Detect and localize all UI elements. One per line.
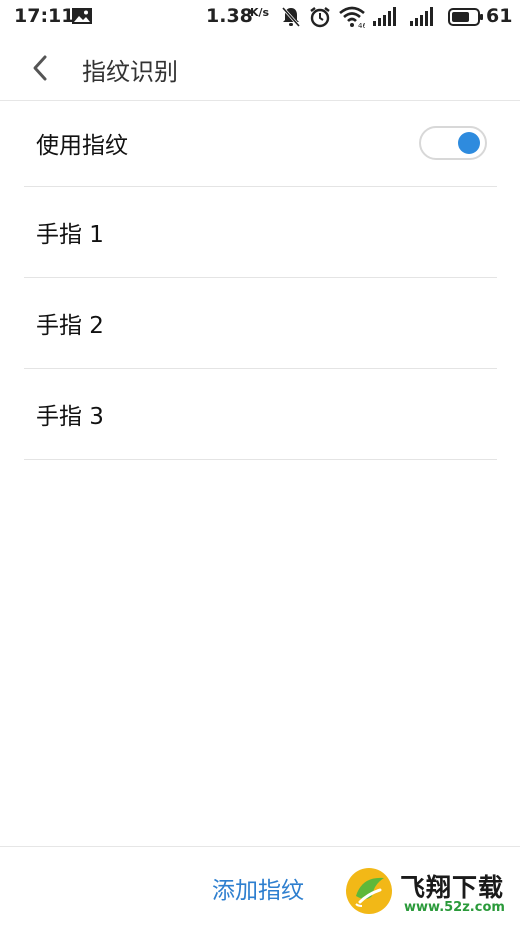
- header: 指纹识别: [0, 34, 520, 101]
- finger-row-3[interactable]: 手指 3: [24, 369, 497, 460]
- watermark: 飞翔下载 www.52z.com: [344, 864, 520, 924]
- status-bar: 17:11 1.38 K/s 46 61: [0, 0, 520, 34]
- network-speed-unit: K/s: [250, 6, 270, 19]
- svg-text:46: 46: [358, 22, 365, 28]
- use-fingerprint-label: 使用指纹: [36, 133, 128, 159]
- signal-icon-2: [410, 6, 438, 31]
- wifi-icon: 46: [339, 6, 367, 33]
- battery-level: 61: [486, 5, 513, 27]
- toggle-knob: [458, 132, 480, 154]
- settings-list: 使用指纹 手指 1 手指 2 手指 3: [24, 100, 497, 460]
- image-notification-icon: [72, 7, 92, 24]
- back-arrow-icon[interactable]: [28, 54, 54, 82]
- use-fingerprint-toggle[interactable]: [419, 126, 487, 160]
- finger-label: 手指 1: [36, 222, 104, 248]
- finger-label: 手指 3: [36, 404, 104, 430]
- alarm-icon: [309, 6, 331, 33]
- watermark-logo-icon: [344, 866, 394, 916]
- finger-row-1[interactable]: 手指 1: [24, 187, 497, 278]
- signal-icon: [373, 6, 399, 31]
- finger-row-2[interactable]: 手指 2: [24, 278, 497, 369]
- add-fingerprint-button[interactable]: 添加指纹: [212, 871, 304, 905]
- use-fingerprint-row[interactable]: 使用指纹: [24, 100, 497, 187]
- network-speed: 1.38: [206, 5, 253, 27]
- page-title: 指纹识别: [82, 58, 178, 86]
- watermark-url: www.52z.com: [404, 900, 505, 915]
- watermark-name: 飞翔下载: [400, 873, 505, 902]
- finger-label: 手指 2: [36, 313, 104, 339]
- mute-icon: [281, 6, 301, 33]
- battery-icon: [448, 8, 484, 31]
- status-time: 17:11: [14, 5, 75, 27]
